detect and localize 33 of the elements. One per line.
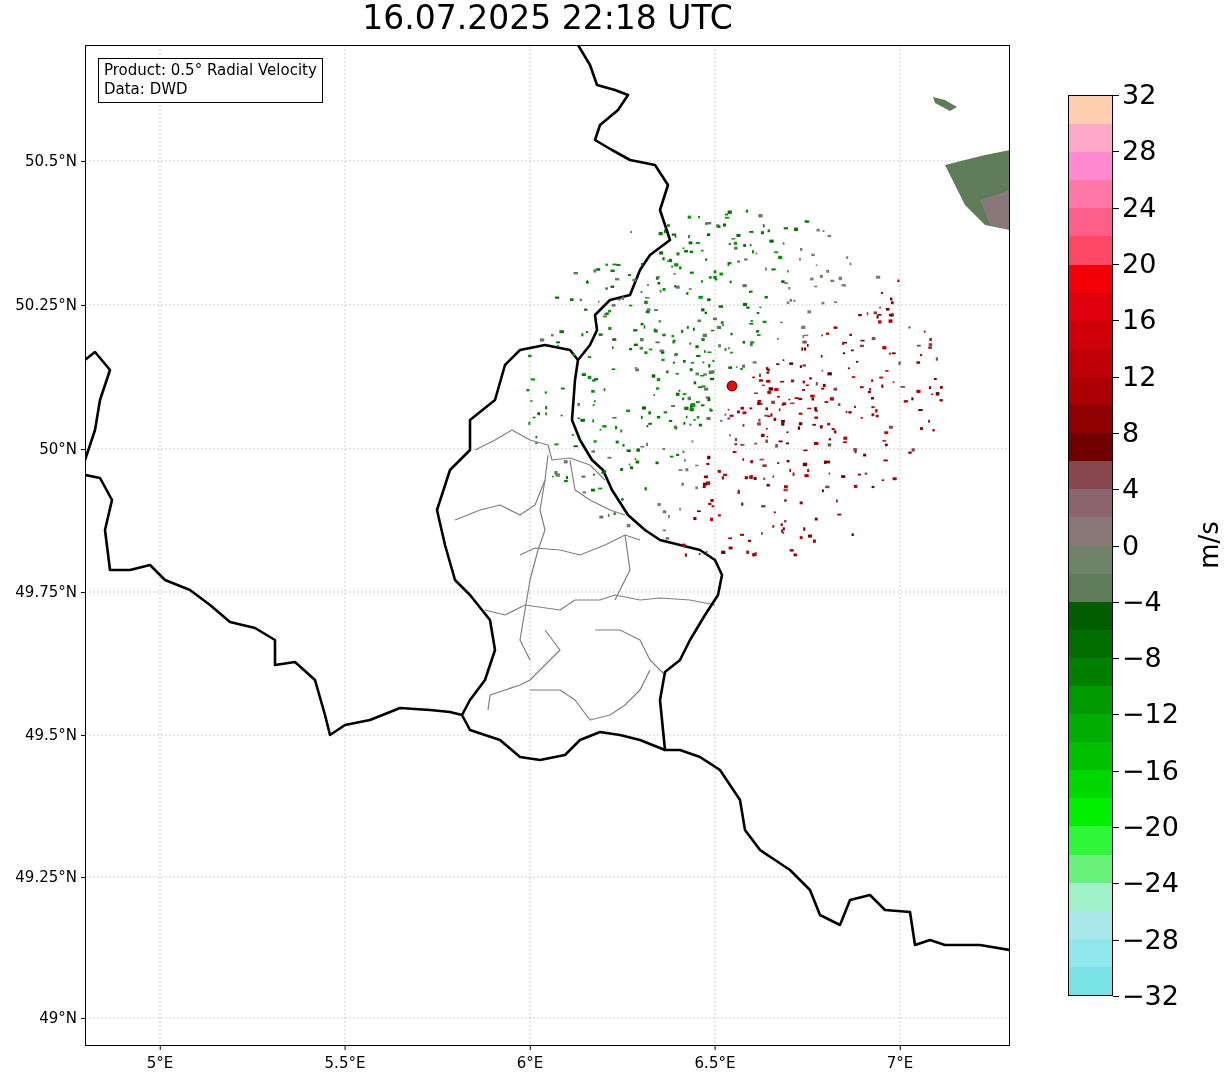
axis-tick-label: 50.5°N [24,152,85,170]
axis-tick-label: 6°E [516,1046,544,1072]
colorbar-tick-label: 12 [1113,360,1157,393]
colorbar-tick-label: −20 [1113,811,1179,844]
colorbar-tick-label: 16 [1113,304,1157,337]
colorbar-tick-label: 4 [1113,473,1140,506]
colorbar-tick-label: 28 [1113,135,1157,168]
axis-tick-label: 49.5°N [24,726,85,744]
axis-tick-label: 49.25°N [15,868,85,886]
axis-tick-label: 49°N [39,1009,85,1027]
colorbar-tick-label: −12 [1113,698,1179,731]
colorbar-label: m/s [1193,521,1224,569]
axis-tick-label: 6.5°E [694,1046,736,1072]
info-text: Data: DWD [104,80,189,99]
colorbar-tick-label: 32 [1113,79,1157,111]
axis-tick-label: 5.5°E [324,1046,366,1072]
colorbar-tick-label: 20 [1113,247,1157,280]
colorbar-tick-label: −8 [1113,642,1162,675]
colorbar-tick-label: −4 [1113,585,1162,618]
colorbar-tick-label: −28 [1113,923,1179,956]
chart-title: 16.07.2025 22:18 UTC [361,0,734,39]
axis-tick-label: 7°E [886,1046,914,1072]
axis-tick-label: 50°N [39,440,85,458]
axis-tick-label: 49.75°N [15,583,85,601]
axis-tick-label: 5°E [146,1046,174,1072]
info-text: Product: 0.5° Radial Velocity [104,61,317,80]
colorbar-tick-label: 24 [1113,191,1157,224]
axis-tick-label: 50.25°N [15,296,85,314]
colorbar-tick-label: −32 [1113,980,1179,1012]
colorbar-tick-label: 8 [1113,416,1140,449]
colorbar-tick-label: 0 [1113,529,1140,562]
colorbar-tick-label: −16 [1113,754,1179,787]
colorbar-tick-label: −24 [1113,867,1179,900]
